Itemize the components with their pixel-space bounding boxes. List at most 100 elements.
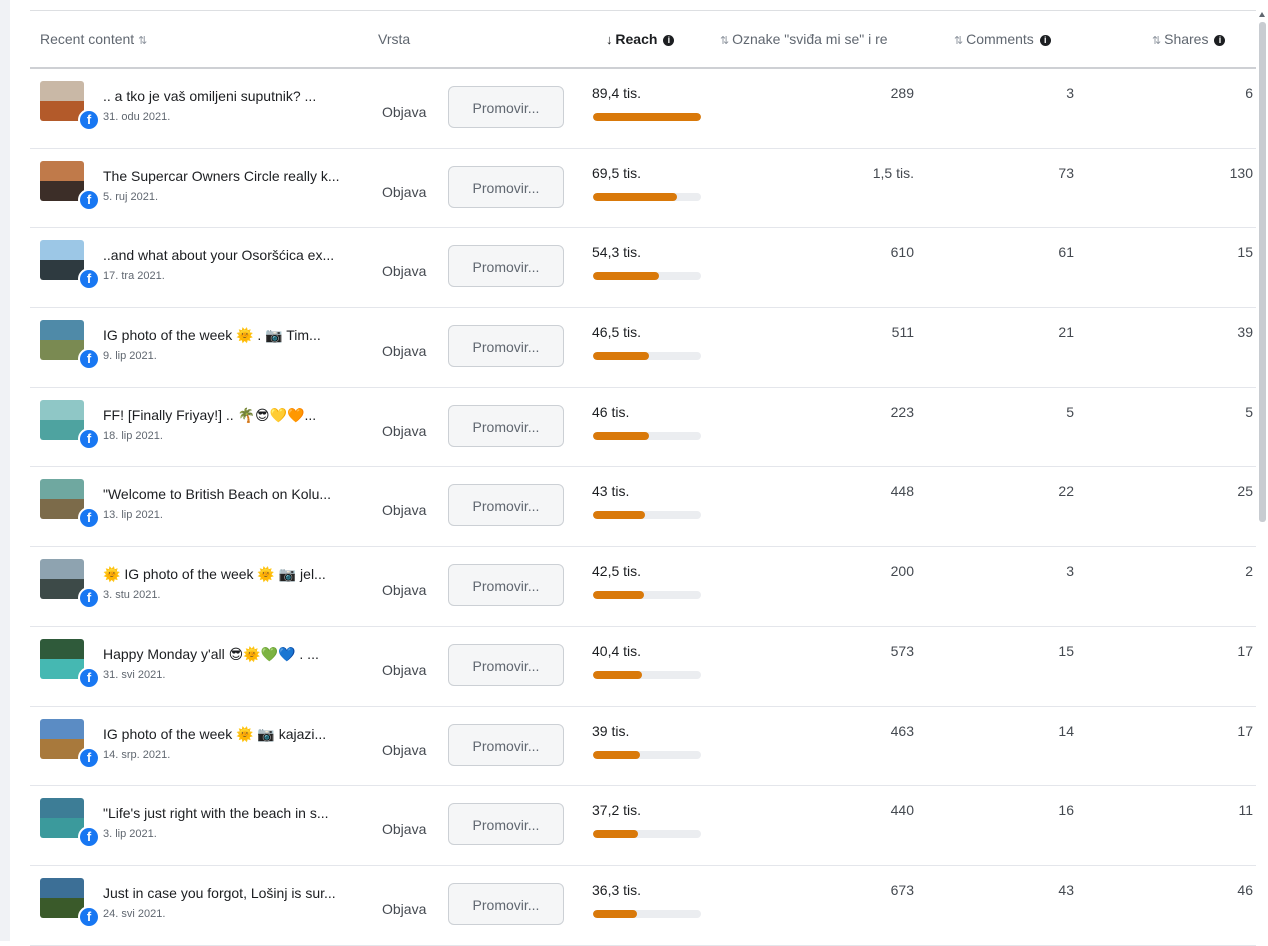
- col-header-content[interactable]: Recent content ⇅: [40, 31, 147, 47]
- post-date: 18. lip 2021.: [103, 429, 163, 442]
- comments-value: 16: [1058, 802, 1074, 819]
- likes-value: 289: [890, 85, 914, 101]
- promote-button[interactable]: Promovir...: [448, 165, 564, 208]
- likes-value: 673: [890, 881, 914, 898]
- table-row[interactable]: f 🌞 IG photo of the week 🌞 📷 jel... 3. s…: [30, 547, 1256, 627]
- promote-button[interactable]: Promovir...: [448, 723, 564, 766]
- table-row[interactable]: f Just in case you forgot, Lošinj is sur…: [30, 866, 1256, 946]
- reach-value: 89,4 tis.: [592, 85, 642, 101]
- likes-value: 1,5 tis.: [872, 164, 914, 181]
- promote-button[interactable]: Promovir...: [448, 564, 564, 607]
- post-title[interactable]: FF! [Finally Friyay!] .. 🌴😎💛🧡...: [103, 407, 363, 424]
- post-title[interactable]: 🌞 IG photo of the week 🌞 📷 jel...: [103, 566, 363, 583]
- thumbnail-sky: [40, 399, 84, 420]
- table-row[interactable]: f "Welcome to British Beach on Kolu... 1…: [30, 467, 1256, 548]
- reach-bar: [593, 352, 701, 361]
- facebook-icon: f: [78, 109, 100, 131]
- facebook-icon: f: [78, 666, 100, 689]
- post-date: 3. stu 2021.: [103, 589, 161, 602]
- col-header-shares[interactable]: ⇅ Shares i: [1152, 31, 1226, 47]
- table-row[interactable]: f ..and what about your Osoršćica ex... …: [30, 228, 1256, 309]
- post-thumbnail[interactable]: [40, 320, 84, 361]
- thumbnail-sky: [40, 559, 84, 580]
- table-row[interactable]: f FF! [Finally Friyay!] .. 🌴😎💛🧡... 18. l…: [30, 388, 1256, 468]
- post-title[interactable]: "Welcome to British Beach on Kolu...: [103, 486, 363, 502]
- reach-bar: [593, 113, 701, 121]
- post-type: Objava: [382, 900, 427, 917]
- reach-bar: [593, 670, 701, 679]
- post-thumbnail[interactable]: [40, 240, 84, 281]
- facebook-icon: f: [78, 268, 100, 291]
- table-row[interactable]: f .. a tko je vaš omiljeni suputnik? ...…: [30, 69, 1256, 149]
- table-row[interactable]: f IG photo of the week 🌞 . 📷 Tim... 9. l…: [30, 308, 1256, 388]
- table-body: f .. a tko je vaš omiljeni suputnik? ...…: [30, 69, 1256, 946]
- facebook-icon: f: [78, 826, 100, 849]
- facebook-icon: f: [78, 188, 100, 211]
- likes-value: 463: [890, 722, 914, 739]
- post-title[interactable]: Happy Monday y'all 😎🌞💚💙 . ...: [103, 646, 363, 663]
- reach-value: 42,5 tis.: [592, 563, 642, 580]
- shares-value: 17: [1237, 722, 1253, 739]
- post-thumbnail[interactable]: [40, 718, 84, 759]
- shares-value: 25: [1237, 483, 1253, 500]
- thumbnail-sky: [40, 638, 84, 659]
- reach-bar-fill: [593, 670, 642, 679]
- thumbnail-sky: [40, 798, 84, 819]
- promote-button[interactable]: Promovir...: [448, 643, 564, 686]
- comments-value: 43: [1058, 881, 1074, 898]
- info-icon[interactable]: i: [1039, 35, 1051, 46]
- post-thumbnail[interactable]: [40, 798, 84, 839]
- info-icon[interactable]: i: [663, 35, 675, 46]
- col-header-reach-label: Reach: [615, 31, 658, 47]
- post-title[interactable]: The Supercar Owners Circle really k...: [103, 168, 363, 184]
- post-thumbnail[interactable]: [40, 638, 84, 679]
- post-date: 13. lip 2021.: [103, 509, 163, 522]
- promote-button[interactable]: Promovir...: [448, 882, 564, 925]
- shares-value: 15: [1237, 244, 1253, 261]
- table-row[interactable]: f Happy Monday y'all 😎🌞💚💙 . ... 31. svi …: [30, 627, 1256, 707]
- post-thumbnail[interactable]: [40, 81, 84, 121]
- post-title[interactable]: .. a tko je vaš omiljeni suputnik? ...: [103, 88, 363, 104]
- reach-bar-fill: [593, 909, 637, 918]
- promote-button[interactable]: Promovir...: [448, 86, 564, 128]
- table-row[interactable]: f "Life's just right with the beach in s…: [30, 786, 1256, 866]
- col-header-likes[interactable]: ⇅ Oznake "sviđa mi se" i re: [720, 31, 916, 47]
- comments-value: 21: [1058, 324, 1074, 341]
- shares-value: 5: [1245, 403, 1253, 420]
- facebook-icon: f: [78, 427, 100, 450]
- reach-bar-fill: [593, 830, 638, 839]
- sort-icon: ⇅: [954, 35, 963, 47]
- table-row[interactable]: f The Supercar Owners Circle really k...…: [30, 149, 1256, 229]
- post-date: 31. odu 2021.: [103, 111, 171, 123]
- table-row[interactable]: f IG photo of the week 🌞 📷 kajazi... 14.…: [30, 707, 1256, 787]
- promote-button[interactable]: Promovir...: [448, 404, 564, 447]
- promote-button[interactable]: Promovir...: [448, 803, 564, 846]
- post-thumbnail[interactable]: [40, 399, 84, 440]
- reach-bar-fill: [593, 511, 645, 520]
- post-type: Objava: [382, 661, 427, 678]
- promote-button[interactable]: Promovir...: [448, 245, 564, 288]
- reach-bar: [593, 511, 701, 520]
- col-header-reach[interactable]: ↓ Reach i: [606, 31, 675, 47]
- info-icon[interactable]: i: [1214, 35, 1226, 46]
- post-thumbnail[interactable]: [40, 160, 84, 201]
- promote-button[interactable]: Promovir...: [448, 484, 564, 527]
- reach-bar-fill: [593, 272, 659, 281]
- scrollbar[interactable]: [1259, 22, 1266, 522]
- post-title[interactable]: Just in case you forgot, Lošinj is sur..…: [103, 885, 363, 901]
- post-title[interactable]: "Life's just right with the beach in s..…: [103, 805, 363, 821]
- likes-value: 448: [890, 483, 914, 500]
- post-title[interactable]: ..and what about your Osoršćica ex...: [103, 247, 363, 263]
- col-header-comments[interactable]: ⇅ Comments i: [954, 31, 1051, 47]
- post-thumbnail[interactable]: [40, 559, 84, 600]
- post-title[interactable]: IG photo of the week 🌞 📷 kajazi...: [103, 726, 363, 743]
- likes-value: 610: [890, 244, 914, 261]
- facebook-icon: f: [78, 507, 100, 530]
- facebook-icon: f: [78, 905, 100, 928]
- post-thumbnail[interactable]: [40, 877, 84, 918]
- post-title[interactable]: IG photo of the week 🌞 . 📷 Tim...: [103, 327, 363, 344]
- promote-button[interactable]: Promovir...: [448, 325, 564, 368]
- post-thumbnail[interactable]: [40, 479, 84, 520]
- scroll-up-arrow-icon[interactable]: [1259, 12, 1265, 17]
- shares-value: 130: [1229, 164, 1253, 181]
